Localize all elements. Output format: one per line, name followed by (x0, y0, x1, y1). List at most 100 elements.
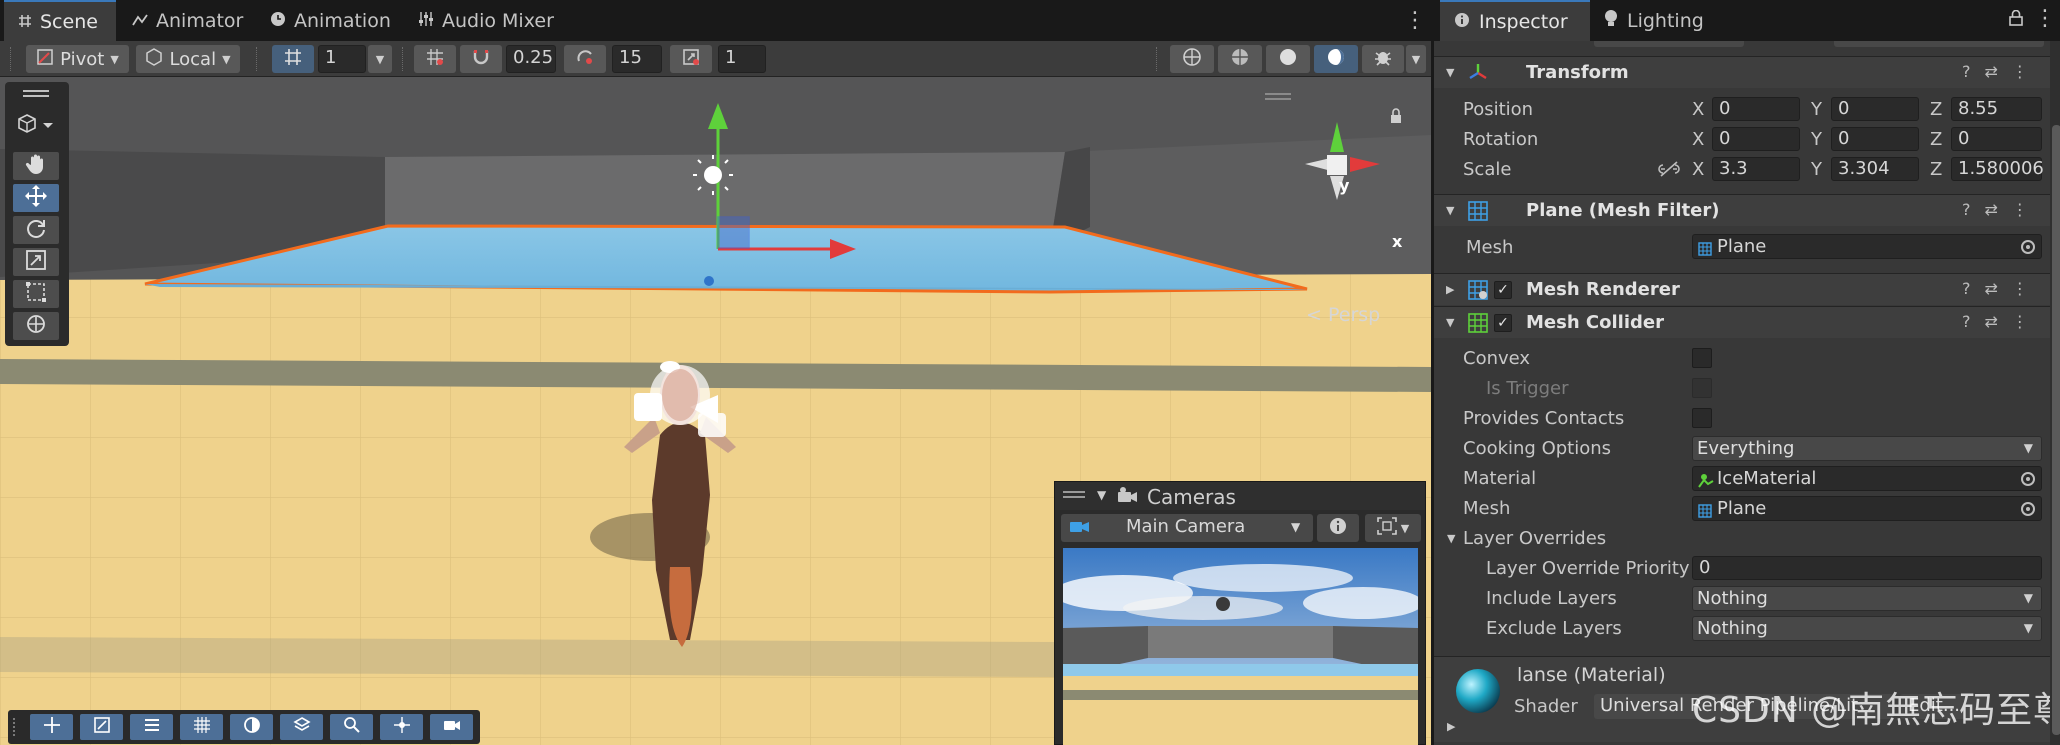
object-picker-icon[interactable] (2021, 502, 2035, 516)
scene-viewport[interactable]: < Persp y x ▼ Cameras Main Camera ▼ ▼ (0, 77, 1431, 745)
scale-x-field[interactable]: 3.3 (1712, 157, 1800, 181)
mesh-collider-header[interactable]: ▼ ✓ Mesh Collider ? ⇄ ⋮ (1434, 306, 2050, 338)
convex-checkbox[interactable] (1692, 348, 1712, 368)
position-y-field[interactable]: 0 (1831, 97, 1919, 121)
scale-x-label[interactable]: X (1692, 159, 1704, 180)
cameras-header[interactable]: ▼ Cameras (1055, 482, 1425, 510)
snap-move-field[interactable]: 0.25 (506, 45, 556, 73)
grid-size-field[interactable]: 1 (318, 45, 366, 73)
scale-snap-button[interactable] (670, 45, 712, 73)
tab-inspector[interactable]: Inspector (1440, 0, 1590, 41)
object-picker-icon[interactable] (2021, 472, 2035, 486)
more-options-icon[interactable]: ⋮ (2034, 6, 2056, 31)
mesh-collider-enabled-checkbox[interactable]: ✓ (1494, 314, 1512, 332)
increment-snap-button[interactable] (460, 45, 502, 73)
more-options-icon[interactable]: ⋮ (1404, 8, 1426, 33)
collapse-arrow-icon[interactable]: ▶ (1447, 720, 1455, 733)
tab-animator[interactable]: Animator (132, 0, 252, 41)
lock-icon[interactable] (2009, 9, 2023, 31)
overlay-scale-button[interactable] (80, 714, 123, 740)
snap-move-button[interactable] (414, 45, 456, 73)
overlay-pivot-button[interactable] (380, 714, 423, 740)
overlay-grip[interactable] (1063, 491, 1085, 493)
scrollbar-thumb[interactable] (2052, 125, 2060, 735)
snap-rotate-field[interactable]: 15 (612, 45, 662, 73)
overlay-search-button[interactable] (330, 714, 373, 740)
scale-tool[interactable] (13, 248, 59, 276)
expand-arrow-icon[interactable]: ▼ (1446, 316, 1454, 329)
collapse-arrow-icon[interactable]: ▶ (1446, 283, 1454, 296)
help-icon[interactable]: ? (1962, 62, 1971, 81)
render-shaded-wire-button[interactable] (1218, 45, 1262, 73)
layer-override-priority-field[interactable]: 0 (1692, 556, 2042, 580)
rotation-y-field[interactable]: 0 (1831, 127, 1919, 151)
scale-z-label[interactable]: Z (1930, 159, 1942, 180)
snap-scale-field[interactable]: 1 (718, 45, 766, 73)
rotation-z-label[interactable]: Z (1930, 129, 1942, 150)
render-shaded-button[interactable] (1266, 45, 1310, 73)
collapse-arrow-icon[interactable]: ▼ (1097, 488, 1106, 502)
grid-options-dropdown[interactable]: ▼ (368, 45, 392, 73)
preset-icon[interactable]: ⇄ (1985, 62, 1998, 81)
position-z-field[interactable]: 8.55 (1951, 97, 2042, 121)
more-options-icon[interactable]: ⋮ (2012, 62, 2028, 81)
rotation-z-field[interactable]: 0 (1951, 127, 2042, 151)
projection-label[interactable]: < Persp (1306, 304, 1380, 326)
position-x-label[interactable]: X (1692, 99, 1704, 120)
mesh-renderer-enabled-checkbox[interactable]: ✓ (1494, 281, 1512, 299)
position-x-field[interactable]: 0 (1712, 97, 1800, 121)
rect-tool[interactable] (13, 280, 59, 308)
overlay-move-button[interactable] (30, 714, 73, 740)
mesh-filter-mesh-field[interactable]: Plane (1692, 234, 2042, 259)
transform-tool[interactable] (13, 312, 59, 340)
include-layers-dropdown[interactable]: Nothing ▼ (1692, 586, 2042, 611)
mesh-renderer-header[interactable]: ▶ ✓ Mesh Renderer ? ⇄ ⋮ (1434, 273, 2050, 305)
overlay-grip[interactable] (23, 90, 49, 92)
overlay-layout-button[interactable] (130, 714, 173, 740)
overlay-grip[interactable] (13, 718, 15, 736)
position-y-label[interactable]: Y (1811, 99, 1822, 120)
tab-audio-mixer[interactable]: Audio Mixer (418, 0, 568, 41)
help-icon[interactable]: ? (1962, 200, 1971, 219)
toolbar-grip[interactable] (10, 47, 12, 71)
more-options-icon[interactable]: ⋮ (2012, 312, 2028, 331)
tag-dropdown[interactable] (1594, 41, 1744, 47)
overlay-layers-button[interactable] (280, 714, 323, 740)
help-icon[interactable]: ? (1962, 279, 1971, 298)
inspector-scrollbar[interactable] (2050, 41, 2060, 745)
debug-draw-button[interactable] (1362, 45, 1404, 73)
expand-arrow-icon[interactable]: ▼ (1446, 66, 1454, 79)
scale-y-field[interactable]: 3.304 (1831, 157, 1919, 181)
rotation-y-label[interactable]: Y (1811, 129, 1822, 150)
camera-info-button[interactable] (1317, 514, 1359, 542)
transform-header[interactable]: ▼ Transform ? ⇄ ⋮ (1434, 56, 2050, 88)
move-tool[interactable] (13, 184, 59, 212)
material-section[interactable]: ▶ lanse (Material) Shader Universal Rend… (1434, 656, 2060, 742)
provides-contacts-checkbox[interactable] (1692, 408, 1712, 428)
layer-dropdown[interactable] (1834, 41, 2044, 47)
layer-overrides-label[interactable]: Layer Overrides (1463, 528, 1606, 549)
camera-select[interactable]: Main Camera ▼ (1061, 514, 1313, 542)
more-options-icon[interactable]: ⋮ (2012, 200, 2028, 219)
tab-scene[interactable]: Scene (4, 0, 116, 41)
more-options-icon[interactable]: ⋮ (2012, 279, 2028, 298)
rotation-x-label[interactable]: X (1692, 129, 1704, 150)
debug-options-dropdown[interactable]: ▼ (1406, 45, 1426, 73)
overlay-camera-button[interactable] (430, 714, 473, 740)
rotation-x-field[interactable]: 0 (1712, 127, 1800, 151)
collider-material-field[interactable]: IceMaterial (1692, 466, 2042, 491)
overlay-grip[interactable] (23, 95, 49, 97)
position-z-label[interactable]: Z (1930, 99, 1942, 120)
overlay-shading-button[interactable] (230, 714, 273, 740)
cooking-options-dropdown[interactable]: Everything ▼ (1692, 436, 2042, 461)
rotate-tool[interactable] (13, 216, 59, 244)
help-icon[interactable]: ? (1962, 312, 1971, 331)
hand-tool[interactable] (13, 152, 59, 180)
render-wireframe-button[interactable] (1170, 45, 1214, 73)
collider-mesh-field[interactable]: Plane (1692, 496, 2042, 521)
scale-y-label[interactable]: Y (1811, 159, 1822, 180)
gizmo-x-label[interactable]: x (1392, 232, 1402, 251)
preset-icon[interactable]: ⇄ (1985, 279, 1998, 298)
overlay-grip[interactable] (1063, 496, 1085, 498)
preset-icon[interactable]: ⇄ (1985, 200, 1998, 219)
